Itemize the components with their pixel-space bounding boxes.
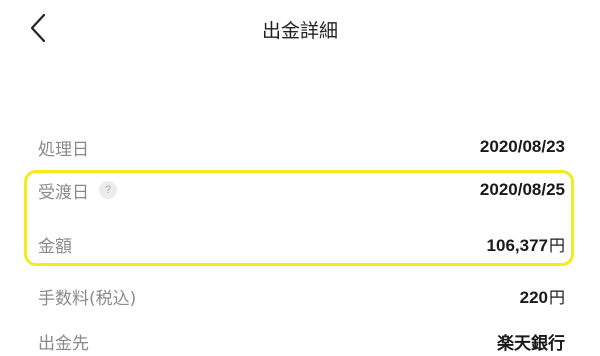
help-icon[interactable]: ?: [99, 181, 117, 199]
fee-label: 手数料(税込): [38, 288, 137, 309]
amount-number: 106,377: [486, 236, 548, 255]
amount-unit: 円: [548, 236, 565, 255]
page-title: 出金詳細: [261, 20, 338, 42]
amount-label: 金額: [38, 236, 72, 257]
fee-number: 220: [519, 288, 548, 307]
amount-value: 106,377円: [487, 232, 565, 256]
processed-date-label: 処理日: [38, 139, 89, 160]
received-date-label-group: 受渡日 ?: [38, 178, 117, 203]
processed-date-value: 2020/08/23: [479, 137, 565, 156]
fee-value: 220円: [520, 284, 565, 308]
fee-row: 手数料(税込) 220円: [38, 281, 565, 311]
header: 出金詳細: [0, 0, 600, 56]
processed-date-row: 処理日 2020/08/23: [38, 132, 565, 162]
amount-row: 金額 106,377円: [38, 229, 565, 259]
received-date-label: 受渡日: [38, 182, 89, 203]
received-date-value: 2020/08/25: [479, 180, 565, 199]
received-date-row: 受渡日 ? 2020/08/25: [38, 175, 565, 205]
destination-label: 出金先: [38, 333, 89, 354]
fee-unit: 円: [548, 288, 565, 307]
destination-row: 出金先 楽天銀行: [38, 326, 565, 356]
destination-value: 楽天銀行: [497, 333, 565, 354]
